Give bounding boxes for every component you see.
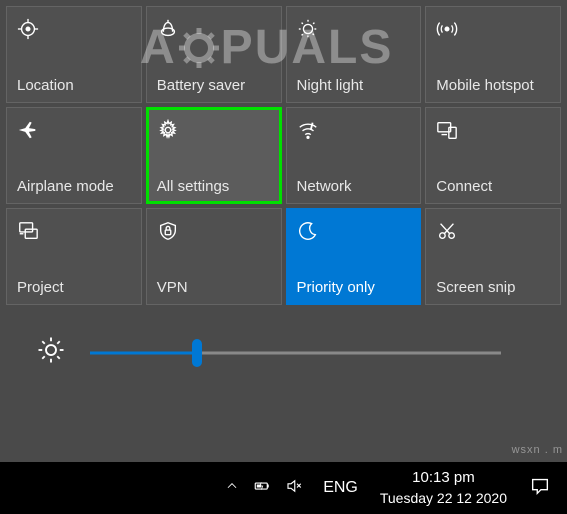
tile-label: Airplane mode	[17, 178, 131, 195]
language-indicator[interactable]: ENG	[313, 479, 368, 497]
tile-night-light[interactable]: Night light	[286, 6, 422, 103]
brightness-control	[6, 305, 561, 404]
tile-label: Screen snip	[436, 279, 550, 296]
connect-devices-icon	[436, 118, 460, 142]
tile-label: Project	[17, 279, 131, 296]
quick-actions-grid: Location Battery saver Night light Mobil…	[6, 6, 561, 305]
tile-all-settings[interactable]: All settings	[146, 107, 282, 204]
tile-battery-saver[interactable]: Battery saver	[146, 6, 282, 103]
notification-bubble-icon	[529, 484, 551, 501]
tile-network[interactable]: Network	[286, 107, 422, 204]
tile-label: Battery saver	[157, 77, 271, 94]
corner-watermark: wsxn . m	[512, 444, 563, 456]
tile-priority-only[interactable]: Priority only	[286, 208, 422, 305]
brightness-slider[interactable]	[90, 341, 501, 365]
tile-label: Night light	[297, 77, 411, 94]
slider-thumb[interactable]	[192, 339, 202, 367]
tile-airplane-mode[interactable]: Airplane mode	[6, 107, 142, 204]
screen-snip-icon	[436, 219, 460, 243]
clock-time: 10:13 pm	[380, 468, 507, 488]
project-screen-icon	[17, 219, 41, 243]
night-light-icon	[297, 17, 321, 41]
clock-date: Tuesday 22 12 2020	[380, 489, 507, 508]
vpn-shield-icon	[157, 219, 181, 243]
system-tray	[217, 477, 311, 500]
tile-project[interactable]: Project	[6, 208, 142, 305]
mobile-hotspot-icon	[436, 17, 460, 41]
taskbar-clock[interactable]: 10:13 pm Tuesday 22 12 2020	[370, 468, 517, 507]
tile-location[interactable]: Location	[6, 6, 142, 103]
tile-label: Priority only	[297, 279, 411, 296]
tile-screen-snip[interactable]: Screen snip	[425, 208, 561, 305]
tile-mobile-hotspot[interactable]: Mobile hotspot	[425, 6, 561, 103]
tile-label: All settings	[157, 178, 271, 195]
tile-label: VPN	[157, 279, 271, 296]
tray-overflow-chevron-icon[interactable]	[225, 479, 239, 498]
airplane-icon	[17, 118, 41, 142]
tile-label: Location	[17, 77, 131, 94]
volume-muted-tray-icon[interactable]	[285, 477, 303, 500]
tile-vpn[interactable]: VPN	[146, 208, 282, 305]
notifications-button[interactable]	[519, 475, 561, 502]
settings-gear-icon	[157, 118, 181, 142]
moon-icon	[297, 219, 321, 243]
tile-label: Network	[297, 178, 411, 195]
location-icon	[17, 17, 41, 41]
tile-label: Mobile hotspot	[436, 77, 550, 94]
tile-label: Connect	[436, 178, 550, 195]
brightness-icon	[36, 335, 66, 370]
taskbar: ENG 10:13 pm Tuesday 22 12 2020	[0, 462, 567, 514]
battery-saver-icon	[157, 17, 181, 41]
battery-tray-icon[interactable]	[253, 477, 271, 500]
tile-connect[interactable]: Connect	[425, 107, 561, 204]
network-wifi-icon	[297, 118, 321, 142]
